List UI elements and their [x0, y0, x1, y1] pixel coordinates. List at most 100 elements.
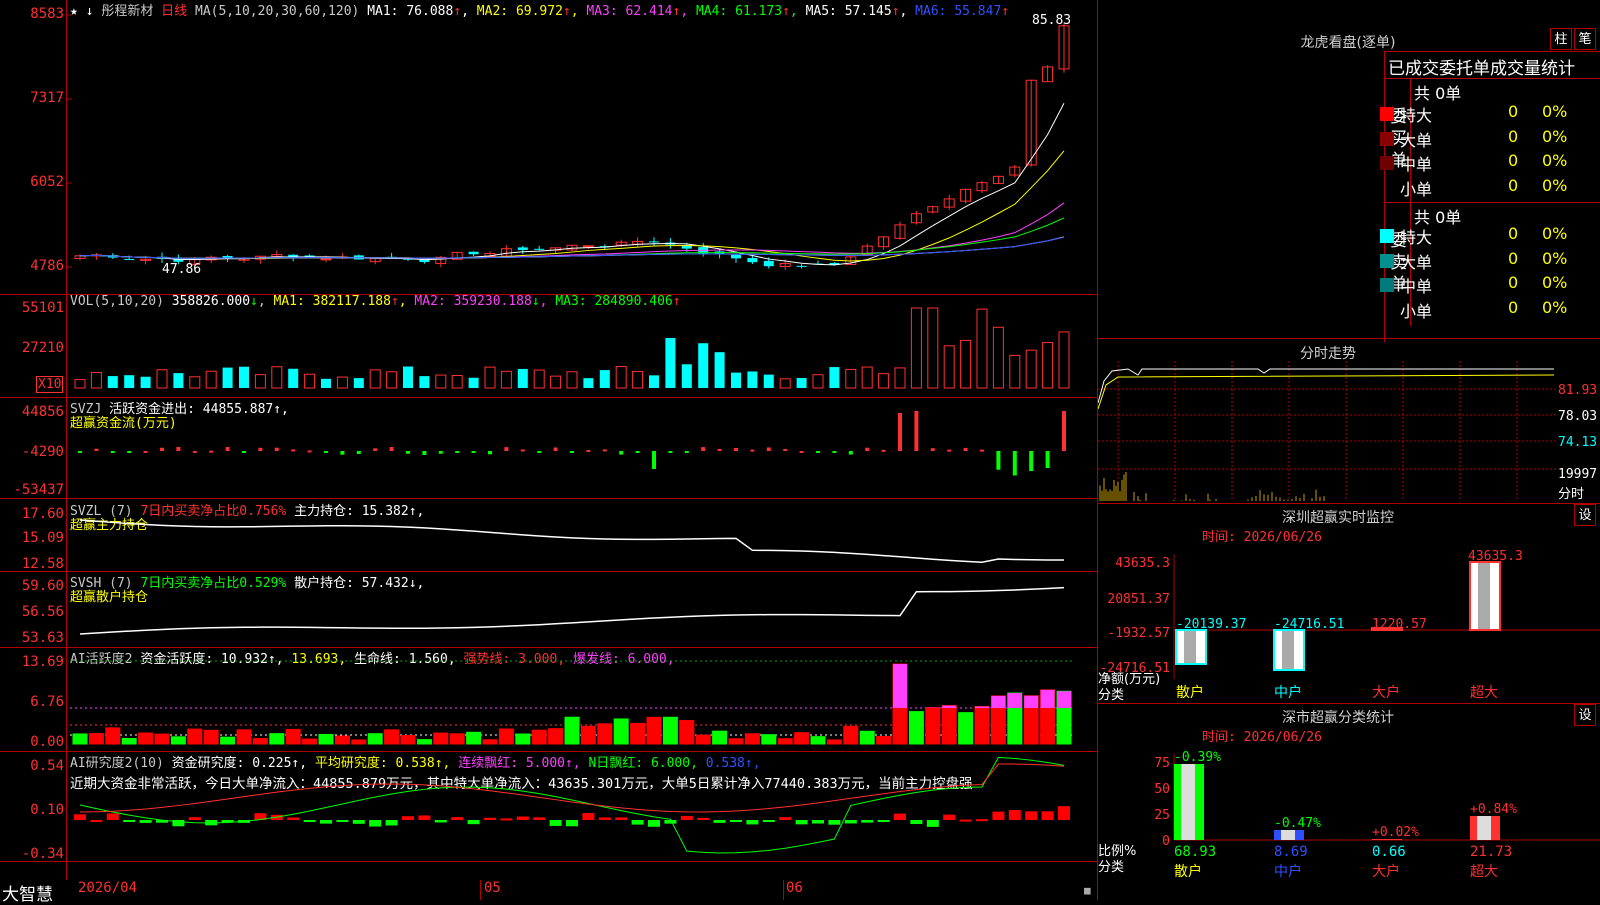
research-bar [566, 820, 578, 826]
volume-bar [977, 309, 987, 388]
flow-bar [78, 451, 82, 453]
class-tick: 0 [1162, 834, 1170, 849]
volume-bar [305, 374, 315, 388]
research-bar [828, 820, 840, 825]
flow-bar [898, 413, 902, 451]
research-bar [1042, 811, 1054, 820]
volume-bar [190, 377, 200, 388]
order-pct: 0% [1542, 224, 1567, 243]
flow-bar [570, 451, 574, 453]
research-bar [468, 820, 480, 824]
monitor-bar-shade [1282, 631, 1294, 669]
flow-bar [357, 451, 361, 454]
flow-bar [275, 448, 279, 451]
activity-bar-burst [1041, 690, 1055, 708]
order-size-label: 中单 [1400, 273, 1432, 297]
activity-bar [778, 739, 792, 744]
sell-row: 大单00% [1380, 249, 1600, 273]
activity-bar [122, 739, 136, 744]
fenshi-vol: 19997 [1558, 467, 1597, 482]
research-bar [664, 820, 676, 824]
monitor-tick: 43635.3 [1115, 556, 1170, 571]
activity-bar [139, 733, 153, 744]
class-bar-shade [1281, 830, 1295, 840]
sz-monitor-chart: 43635.320851.37-1932.57-24716.51-20139.3… [1098, 504, 1600, 704]
volume-bar [354, 378, 364, 388]
flow-bar [488, 451, 492, 454]
class-tick: 75 [1154, 756, 1170, 771]
class-category: 中户 [1274, 863, 1302, 880]
bar-mode-button[interactable]: 柱 [1550, 28, 1572, 50]
volume-bar [764, 375, 774, 388]
volume-bar [75, 380, 85, 388]
volume-bar [1010, 355, 1020, 388]
activity-bar-burst [975, 707, 989, 708]
flow-bar [422, 451, 426, 455]
volume-bar [944, 346, 954, 388]
buy-row: 特大00% [1380, 102, 1600, 126]
candle [518, 247, 528, 250]
order-size-label: 大单 [1400, 127, 1432, 151]
flow-bar [1046, 451, 1050, 468]
lhb-title: 龙虎看盘(逐单) [1248, 32, 1448, 52]
buy-row: 大单00% [1380, 127, 1600, 151]
flow-bar [390, 447, 394, 451]
monitor-value: 43635.3 [1468, 549, 1523, 564]
activity-bar [155, 734, 169, 744]
volume-bar [731, 373, 741, 388]
activity-bar [385, 730, 399, 744]
sell-row: 特大00% [1380, 224, 1600, 248]
class-pct: -0.39% [1174, 750, 1221, 765]
order-size-label: 特大 [1400, 224, 1432, 248]
candle [764, 261, 774, 266]
volume-bar [829, 367, 839, 388]
volume-bar [370, 370, 380, 388]
research-bar [648, 820, 660, 827]
flow-bar [1029, 451, 1033, 471]
research-bar [500, 818, 512, 820]
flow-bar [537, 451, 541, 453]
activity-bar [352, 740, 366, 744]
flow-bar [504, 447, 508, 451]
fenshi-chart[interactable] [1098, 361, 1556, 501]
candle [747, 258, 757, 262]
flow-bar [373, 448, 377, 451]
fenshi-panel[interactable]: 分时走势 81.93 78.03 74.13 19997 分时 [1098, 338, 1600, 504]
research-bar [189, 817, 201, 820]
order-pct: 0% [1542, 176, 1567, 195]
monitor-value: -24716.51 [1274, 617, 1344, 632]
activity-bar [860, 731, 874, 744]
main-chart-area[interactable]: ★ ↓ 彤程新材 日线 MA(5,10,20,30,60,120) MA1: 7… [0, 0, 1098, 900]
activity-bar [909, 712, 923, 744]
volume-bar [567, 372, 577, 388]
lhb-panel: 龙虎看盘(逐单) 柱 笔 已成交委托单成交量统计 委买单 委卖单 共 0单 共 … [1098, 0, 1600, 345]
volume-bar [747, 371, 757, 388]
activity-bar-burst [942, 706, 956, 708]
activity-bar [89, 734, 103, 744]
tick-mode-button[interactable]: 笔 [1574, 28, 1596, 50]
high-label: 85.83 [1032, 13, 1071, 28]
order-count: 0 [1508, 127, 1518, 146]
class-value: 21.73 [1470, 844, 1512, 860]
flow-bar [160, 448, 164, 451]
candle [534, 249, 544, 250]
flow-bar [127, 451, 131, 453]
research-bar [369, 820, 381, 827]
flow-bar [258, 448, 262, 451]
flow-bar [193, 451, 197, 453]
volume-bar [1026, 350, 1036, 388]
fenshi-vol-label: 分时 [1558, 483, 1584, 502]
class-value: 8.69 [1274, 844, 1308, 860]
buy-row: 中单00% [1380, 151, 1600, 175]
flow-bar [209, 451, 213, 453]
activity-bar [204, 730, 218, 744]
legend-swatch [1380, 278, 1394, 292]
volume-bar [649, 375, 659, 388]
chart-canvas[interactable] [0, 0, 1098, 900]
research-bar [992, 812, 1004, 820]
activity-bar [581, 726, 595, 744]
sell-row: 小单00% [1380, 298, 1600, 322]
price-line [1098, 369, 1554, 403]
order-pct: 0% [1542, 249, 1567, 268]
flow-bar [586, 450, 590, 452]
